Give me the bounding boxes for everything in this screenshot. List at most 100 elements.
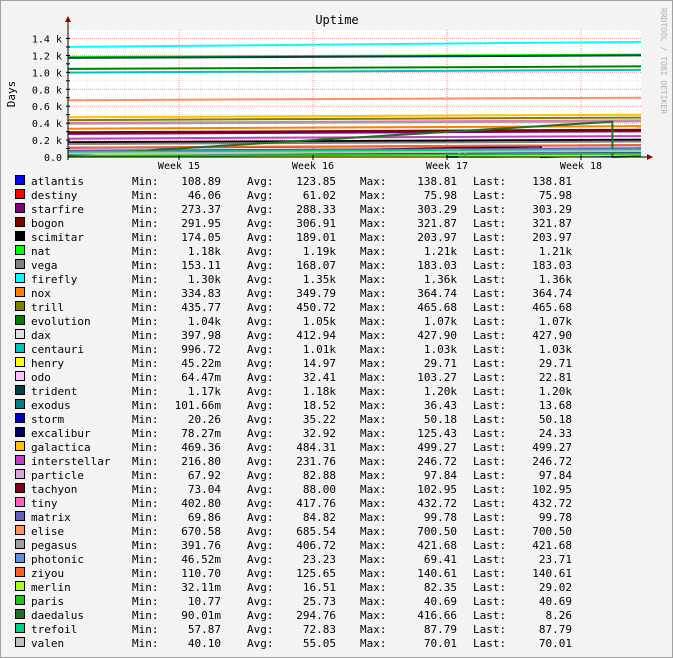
max-value: 75.98 bbox=[423, 189, 457, 202]
max-value: 102.95 bbox=[417, 483, 457, 496]
max-value: 82.35 bbox=[423, 581, 457, 594]
legend-name: atlantis bbox=[31, 175, 84, 188]
legend-name: bogon bbox=[31, 217, 65, 230]
avg-label: Avg: bbox=[247, 483, 274, 496]
legend-name: evolution bbox=[31, 315, 91, 328]
min-value: 334.83 bbox=[181, 287, 221, 300]
last-value: 87.79 bbox=[538, 623, 572, 636]
avg-value: 288.33 bbox=[296, 203, 336, 216]
max-label: Max: bbox=[360, 455, 387, 468]
legend-row-vega: vega Min: 153.11 Avg: 168.07 Max: 183.03 Last: 1… bbox=[15, 259, 665, 273]
max-value: 70.01 bbox=[423, 637, 457, 650]
legend-name: merlin bbox=[31, 581, 71, 594]
last-value: 70.01 bbox=[538, 637, 572, 650]
max-label: Max: bbox=[360, 623, 387, 636]
min-label: Min: bbox=[132, 609, 159, 622]
y-tick-label: 0.0 bbox=[44, 153, 62, 164]
min-label: Min: bbox=[132, 189, 159, 202]
legend-row-tachyon: tachyon Min: 73.04 Avg: 88.00 Max: 102.95 Last:… bbox=[15, 483, 665, 497]
last-value: 138.81 bbox=[532, 175, 572, 188]
legend-name: pegasus bbox=[31, 539, 78, 552]
max-value: 87.79 bbox=[423, 623, 457, 636]
min-value: 46.52m bbox=[181, 553, 221, 566]
avg-label: Avg: bbox=[247, 273, 274, 286]
last-label: Last: bbox=[473, 343, 507, 356]
last-label: Last: bbox=[473, 189, 507, 202]
max-label: Max: bbox=[360, 511, 387, 524]
legend-name: interstellar bbox=[31, 455, 111, 468]
max-label: Max: bbox=[360, 399, 387, 412]
avg-label: Avg: bbox=[247, 427, 274, 440]
avg-label: Avg: bbox=[247, 413, 274, 426]
max-label: Max: bbox=[360, 343, 387, 356]
max-value: 421.68 bbox=[417, 539, 457, 552]
min-value: 67.92 bbox=[187, 469, 221, 482]
min-value: 40.10 bbox=[187, 637, 221, 650]
legend-swatch bbox=[15, 595, 25, 605]
max-label: Max: bbox=[360, 385, 387, 398]
legend-row-destiny: destiny Min: 46.06 Avg: 61.02 Max: 75.98 Last: 7… bbox=[15, 189, 665, 203]
last-label: Last: bbox=[473, 427, 507, 440]
legend-swatch bbox=[15, 259, 25, 269]
legend-row-bogon: bogon Min: 291.95 Avg: 306.91 Max: 321.87 Last:… bbox=[15, 217, 665, 231]
legend-swatch bbox=[15, 357, 25, 367]
max-value: 97.84 bbox=[423, 469, 457, 482]
min-value: 1.30k bbox=[187, 273, 221, 286]
min-label: Min: bbox=[132, 595, 159, 608]
min-label: Min: bbox=[132, 343, 159, 356]
last-label: Last: bbox=[473, 413, 507, 426]
legend-row-interstellar: interstellar Min: 216.80 Avg: 231.76 Max: 246.… bbox=[15, 455, 665, 469]
max-label: Max: bbox=[360, 581, 387, 594]
max-value: 125.43 bbox=[417, 427, 457, 440]
avg-value: 125.65 bbox=[296, 567, 336, 580]
min-value: 291.95 bbox=[181, 217, 221, 230]
legend-row-starfire: starfire Min: 273.37 Avg: 288.33 Max: 303.29 La… bbox=[15, 203, 665, 217]
avg-value: 82.88 bbox=[302, 469, 336, 482]
last-value: 23.71 bbox=[538, 553, 572, 566]
max-value: 1.07k bbox=[423, 315, 457, 328]
last-value: 183.03 bbox=[532, 259, 572, 272]
last-label: Last: bbox=[473, 217, 507, 230]
min-label: Min: bbox=[132, 203, 159, 216]
last-value: 50.18 bbox=[538, 413, 572, 426]
legend-row-storm: storm Min: 20.26 Avg: 35.22 Max: 50.18 Last: 50.… bbox=[15, 413, 665, 427]
min-label: Min: bbox=[132, 441, 159, 454]
legend-name: galactica bbox=[31, 441, 91, 454]
avg-value: 14.97 bbox=[302, 357, 336, 370]
legend-row-trefoil: trefoil Min: 57.87 Avg: 72.83 Max: 87.79 Last: 8… bbox=[15, 623, 665, 637]
legend-name: nat bbox=[31, 245, 51, 258]
avg-label: Avg: bbox=[247, 315, 274, 328]
avg-value: 349.79 bbox=[296, 287, 336, 300]
max-label: Max: bbox=[360, 329, 387, 342]
last-value: 421.68 bbox=[532, 539, 572, 552]
max-value: 138.81 bbox=[417, 175, 457, 188]
legend-swatch bbox=[15, 231, 25, 241]
legend-row-daedalus: daedalus Min: 90.01m Avg: 294.76 Max: 416.66 La… bbox=[15, 609, 665, 623]
legend-row-galactica: galactica Min: 469.36 Avg: 484.31 Max: 499.27 L… bbox=[15, 441, 665, 455]
last-label: Last: bbox=[473, 245, 507, 258]
max-value: 246.72 bbox=[417, 455, 457, 468]
min-value: 670.58 bbox=[181, 525, 221, 538]
max-label: Max: bbox=[360, 539, 387, 552]
avg-label: Avg: bbox=[247, 497, 274, 510]
min-label: Min: bbox=[132, 315, 159, 328]
avg-value: 1.18k bbox=[302, 385, 336, 398]
min-value: 73.04 bbox=[187, 483, 221, 496]
max-label: Max: bbox=[360, 637, 387, 650]
min-value: 397.98 bbox=[181, 329, 221, 342]
legend-swatch bbox=[15, 343, 25, 353]
last-value: 24.33 bbox=[538, 427, 572, 440]
avg-label: Avg: bbox=[247, 231, 274, 244]
last-value: 75.98 bbox=[538, 189, 572, 202]
last-label: Last: bbox=[473, 637, 507, 650]
min-label: Min: bbox=[132, 581, 159, 594]
y-tick-labels: 0.0 0.2 k 0.4 k 0.6 k 0.8 k 1.0 k 1.2 k 1.4 k bbox=[32, 34, 62, 164]
min-value: 273.37 bbox=[181, 203, 221, 216]
legend-row-valen: valen Min: 40.10 Avg: 55.05 Max: 70.01 Last: 70.… bbox=[15, 637, 665, 651]
y-axis-label: Days bbox=[5, 81, 18, 108]
max-value: 465.68 bbox=[417, 301, 457, 314]
legend-swatch bbox=[15, 371, 25, 381]
legend-name: scimitar bbox=[31, 231, 84, 244]
last-label: Last: bbox=[473, 539, 507, 552]
avg-value: 406.72 bbox=[296, 539, 336, 552]
